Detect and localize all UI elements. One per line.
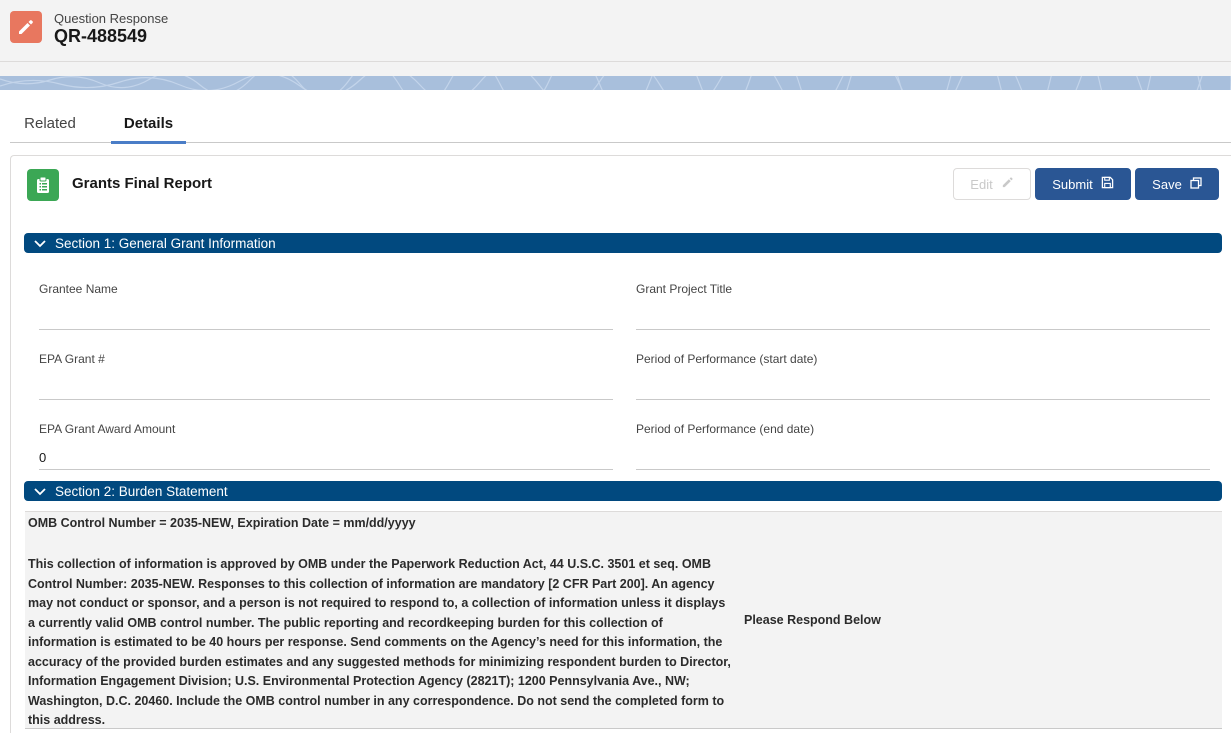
card-title: Grants Final Report: [72, 175, 213, 192]
chevron-down-icon: [34, 484, 46, 499]
section-1-header[interactable]: Section 1: General Grant Information: [24, 233, 1222, 253]
record-tabs: Related Details: [10, 104, 1231, 144]
record-header: Question Response QR-488549: [0, 0, 1231, 62]
grantee-name-field[interactable]: Grantee Name: [39, 282, 613, 330]
field-value: 0: [39, 450, 47, 465]
field-label: EPA Grant #: [39, 352, 105, 366]
omb-control-line: OMB Control Number = 2035-NEW, Expiratio…: [28, 516, 416, 530]
banner-pattern: [0, 76, 1231, 90]
period-start-date-field[interactable]: Period of Performance (start date): [636, 352, 1210, 400]
field-label: EPA Grant Award Amount: [39, 422, 176, 436]
respond-below-label: Please Respond Below: [744, 613, 881, 627]
pencil-icon: [1001, 176, 1014, 192]
save-button-label: Save: [1152, 176, 1182, 192]
grant-project-title-field[interactable]: Grant Project Title: [636, 282, 1210, 330]
chevron-down-icon: [34, 236, 46, 251]
edit-button-label: Edit: [970, 176, 993, 192]
field-label: Grantee Name: [39, 282, 118, 296]
burden-statement-text: This collection of information is approv…: [28, 557, 731, 727]
section-2-title: Section 2: Burden Statement: [55, 483, 228, 499]
epa-grant-number-field[interactable]: EPA Grant #: [39, 352, 613, 400]
floppy-disk-icon: [1101, 176, 1114, 192]
field-label: Grant Project Title: [636, 282, 733, 296]
period-end-date-field[interactable]: Period of Performance (end date): [636, 422, 1210, 470]
section-1-title: Section 1: General Grant Information: [55, 235, 276, 251]
section-2-header[interactable]: Section 2: Burden Statement: [24, 481, 1222, 501]
field-label: Period of Performance (end date): [636, 422, 815, 436]
submit-button-label: Submit: [1052, 176, 1093, 192]
tab-related[interactable]: Related: [22, 104, 78, 142]
object-type-label: Question Response: [54, 11, 169, 26]
clipboard-icon: [27, 169, 59, 201]
save-button[interactable]: Save: [1135, 168, 1219, 200]
epa-grant-award-amount-field[interactable]: EPA Grant Award Amount 0: [39, 422, 613, 470]
copy-icon: [1190, 176, 1202, 192]
pencil-icon: [10, 11, 42, 43]
submit-button[interactable]: Submit: [1035, 168, 1131, 200]
record-title: QR-488549: [54, 26, 148, 46]
edit-button[interactable]: Edit: [953, 168, 1031, 200]
burden-statement: OMB Control Number = 2035-NEW, Expiratio…: [25, 511, 1222, 729]
grants-report-card: Grants Final Report Edit Submit Save Sec…: [10, 155, 1231, 733]
tab-details[interactable]: Details: [111, 104, 186, 144]
decorative-banner: [0, 62, 1231, 90]
field-label: Period of Performance (start date): [636, 352, 818, 366]
